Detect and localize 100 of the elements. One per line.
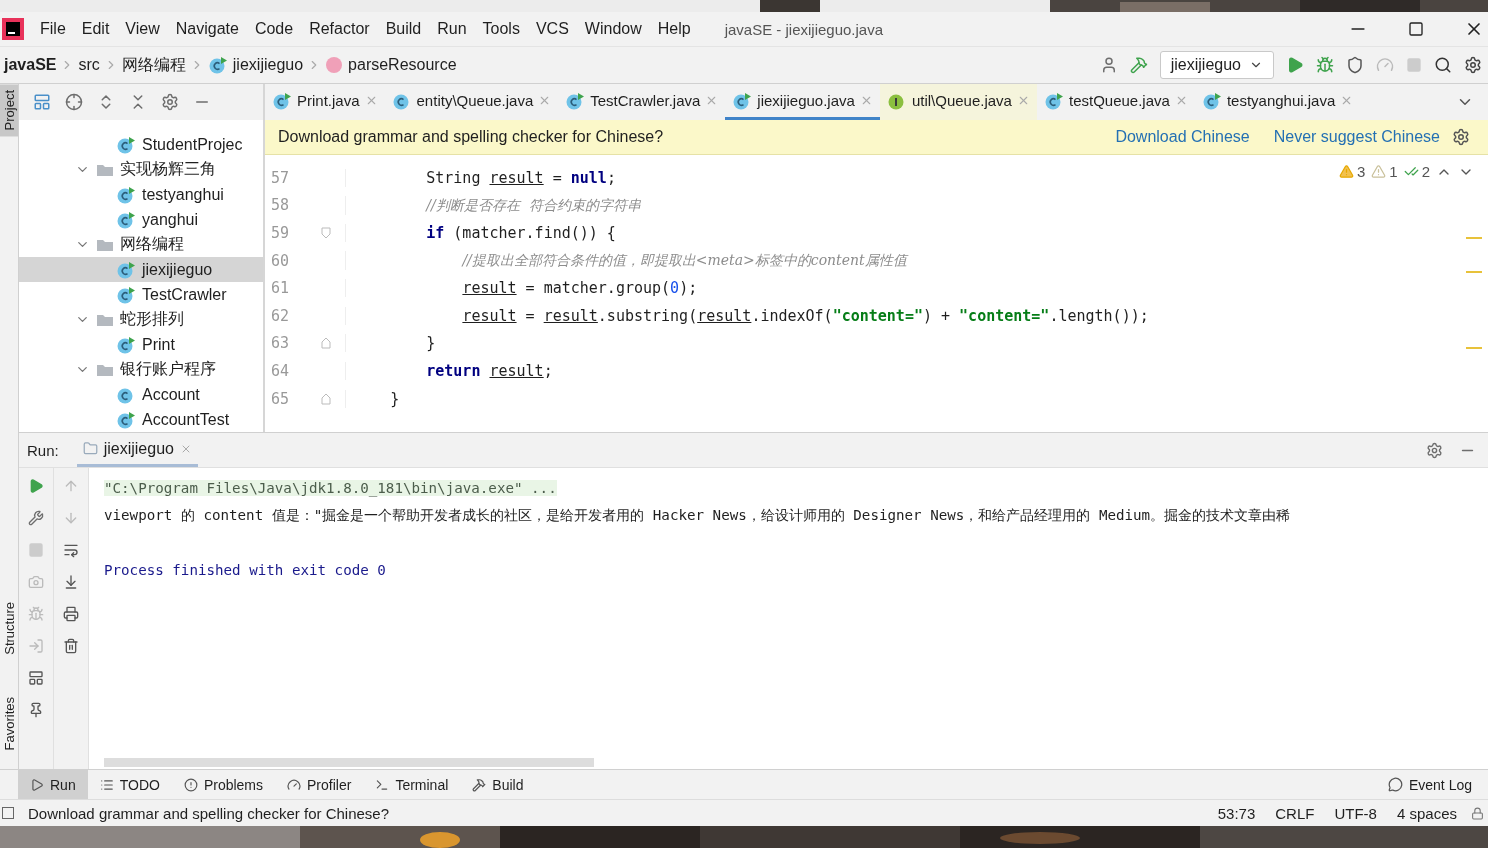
settings-icon[interactable] (1452, 128, 1470, 146)
menu-item[interactable]: Edit (73, 20, 118, 38)
tool-window-button[interactable]: Run (18, 770, 88, 799)
warning-marker[interactable] (1466, 237, 1482, 239)
banner-link[interactable]: Download Chinese (1115, 128, 1250, 146)
run-config-dropdown[interactable]: jiexijieguo (1159, 51, 1274, 79)
menu-item[interactable]: VCS (527, 20, 577, 38)
breadcrumb[interactable]: jiexijieguo (203, 56, 308, 74)
menu-item[interactable]: Tools (474, 20, 528, 38)
breadcrumb[interactable]: src (74, 56, 104, 74)
folder-name[interactable]: 蛇形排列 (120, 309, 184, 330)
pin-icon[interactable] (28, 702, 44, 718)
status-item[interactable]: 4 spaces (1390, 804, 1463, 822)
rerun-icon[interactable] (28, 478, 44, 494)
editor-tab[interactable]: TestCrawler.java (558, 84, 726, 120)
line-number: 61 (270, 279, 291, 298)
console-line: viewport 的 content 值是："掘金是一个帮助开发者成长的社区，是给开发者用的 Hacker News，给设计师用的 Designer News，和给产品经理用的 Medium。掘金的技术文章由稀 (104, 505, 1291, 525)
crosshair-icon[interactable] (65, 93, 83, 111)
hammer-icon[interactable] (1129, 56, 1148, 74)
menu-item[interactable]: Help (649, 20, 699, 38)
layout-icon[interactable] (28, 670, 44, 686)
fold-marker-icon[interactable] (321, 227, 331, 239)
fold-marker-icon[interactable] (321, 392, 331, 405)
line-number: 65 (270, 389, 291, 408)
editor-tab[interactable]: entity\Queue.java (384, 84, 559, 120)
tool-window-button[interactable]: TODO (87, 770, 172, 799)
panel-icon[interactable] (33, 93, 51, 111)
menu-item[interactable]: File (32, 20, 74, 38)
settings-icon[interactable] (1426, 441, 1443, 459)
line-number: 58 (270, 196, 291, 215)
warning-icon (1371, 164, 1387, 179)
menu-item[interactable]: Refactor (301, 20, 378, 38)
code-line: result = result.substring(result.indexOf("content=") + "content=".length()); (345, 306, 1149, 325)
editor-tab[interactable]: testQueue.java (1036, 84, 1195, 120)
app-logo-icon (2, 18, 24, 40)
code-line: //提取出全部符合条件的值，即提取出<meta>标签中的content属性值 (345, 251, 907, 271)
code-line: String result = null; (345, 168, 616, 187)
shield-icon[interactable] (1346, 56, 1364, 74)
tool-window-tab[interactable]: Project (0, 84, 18, 137)
code-line: //判断是否存在 符合约束的字符串 (345, 195, 641, 215)
menu-item[interactable]: Window (576, 20, 650, 38)
menu-item[interactable]: Build (377, 20, 430, 38)
run-icon[interactable] (1286, 56, 1304, 74)
folder-name[interactable]: 网络编程 (120, 234, 184, 255)
class-name[interactable]: Print (142, 335, 175, 354)
tool-window-button[interactable]: Problems (171, 770, 276, 799)
class-name[interactable]: testyanghui (142, 185, 224, 204)
wrap-icon[interactable] (63, 542, 79, 558)
event-log-button[interactable]: Event Log (1375, 770, 1488, 799)
horizontal-scrollbar[interactable] (104, 758, 594, 767)
banner-link[interactable]: Never suggest Chinese (1273, 128, 1440, 146)
status-item[interactable]: UTF-8 (1328, 804, 1383, 822)
editor-tab[interactable]: Print.java (265, 84, 385, 120)
lock-icon[interactable] (1471, 806, 1484, 820)
status-item[interactable]: CRLF (1269, 804, 1321, 822)
run-label: Run: (27, 441, 59, 459)
menu-item[interactable]: Code (246, 20, 302, 38)
menu-item[interactable]: Run (429, 20, 475, 38)
warning-marker[interactable] (1466, 271, 1482, 273)
settings-icon[interactable] (1464, 56, 1482, 74)
inspection-count[interactable]: 1 (1371, 163, 1398, 180)
scroll-to-end-icon[interactable] (63, 574, 79, 590)
editor-tab[interactable]: testyanghui.java (1194, 84, 1361, 120)
tool-window-button[interactable]: Terminal (363, 770, 461, 799)
tool-window-tab[interactable]: Favorites (0, 691, 18, 757)
class-name[interactable]: Account (142, 385, 200, 404)
menu-item[interactable]: Navigate (167, 20, 247, 38)
fold-marker-icon[interactable] (321, 337, 331, 350)
search-icon[interactable] (1434, 56, 1452, 74)
breadcrumb[interactable]: javaSE (0, 56, 61, 74)
editor-tab[interactable]: util\Queue.java (879, 84, 1037, 120)
tool-window-button[interactable]: Build (460, 770, 536, 799)
breadcrumb[interactable]: 网络编程 (117, 54, 190, 76)
folder-name[interactable]: 实现杨辉三角 (120, 159, 216, 180)
inspection-count[interactable]: 2 (1403, 163, 1430, 180)
code-line: return result; (345, 361, 553, 380)
inspection-count[interactable]: 3 (1338, 163, 1366, 180)
debug-icon[interactable] (1316, 56, 1334, 74)
breadcrumb[interactable]: parseResource (321, 56, 461, 74)
trash-icon[interactable] (63, 638, 79, 654)
wrench-icon[interactable] (28, 510, 44, 526)
status-item[interactable]: 53:73 (1211, 804, 1262, 822)
print-icon[interactable] (63, 606, 79, 622)
run-tab[interactable]: jiexijieguo (76, 433, 198, 467)
tool-window-button[interactable]: Profiler (275, 770, 364, 799)
maximize-icon[interactable] (1408, 21, 1424, 37)
tool-window-tab[interactable]: Structure (0, 596, 18, 662)
class-name[interactable]: StudentProjec (142, 135, 243, 154)
class-name[interactable]: AccountTest (142, 410, 230, 429)
warning-marker[interactable] (1466, 347, 1482, 349)
line-number: 64 (270, 361, 291, 380)
folder-name[interactable]: 银行账户程序 (120, 359, 216, 380)
folder-icon (96, 362, 114, 377)
class-icon (207, 56, 228, 74)
class-name[interactable]: yanghui (142, 210, 199, 229)
class-name[interactable]: TestCrawler (142, 285, 227, 304)
line-number: 59 (270, 224, 291, 242)
menu-item[interactable]: View (117, 20, 168, 38)
folder-icon (96, 312, 114, 327)
settings-icon[interactable] (161, 93, 179, 111)
